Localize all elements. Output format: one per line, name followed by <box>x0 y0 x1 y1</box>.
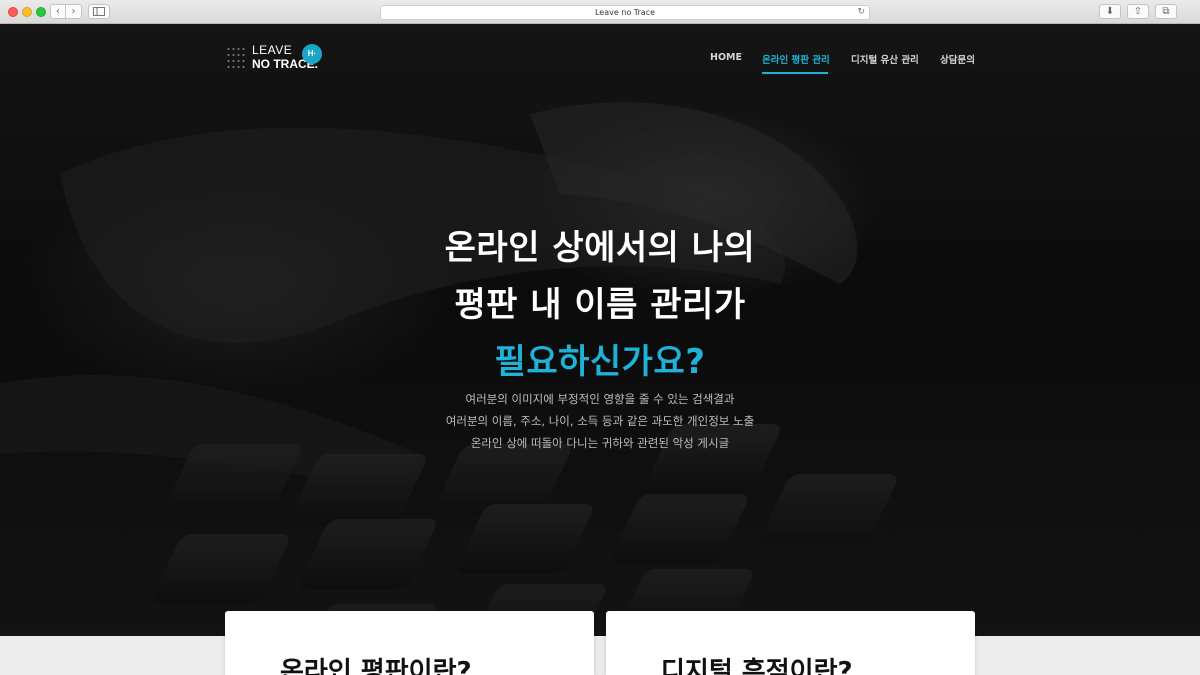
nav-item-contact[interactable]: 상담문의 <box>940 52 975 66</box>
share-icon: ⇧ <box>1133 6 1143 17</box>
window-close-button[interactable] <box>8 7 18 17</box>
nav-item-digital-legacy[interactable]: 디지털 유산 관리 <box>851 52 919 66</box>
main-nav: HOME 온라인 평판 관리 디지털 유산 관리 상담문의 <box>0 52 1200 76</box>
show-tabs-button[interactable]: ⧉ <box>1155 4 1177 19</box>
page-title: Leave no Trace <box>594 8 656 17</box>
chevron-left-icon: ‹ <box>56 6 60 17</box>
hero-description-line3: 온라인 상에 떠돌아 다니는 귀하와 관련된 악성 게시글 <box>470 436 730 450</box>
browser-toolbar: ‹ › Leave no Trace ↻ ⬇ ⇧ ⧉ <box>0 0 1200 24</box>
reload-icon[interactable]: ↻ <box>857 6 865 19</box>
window-minimize-button[interactable] <box>22 7 32 17</box>
card-digital-footprint[interactable]: 디지털 흔적이란? <box>606 611 975 675</box>
tabs-icon: ⧉ <box>1162 6 1170 17</box>
chevron-right-icon: › <box>71 6 76 17</box>
nav-item-home[interactable]: HOME <box>710 52 742 63</box>
hero-headline-line1: 온라인 상에서의 나의 <box>444 228 756 268</box>
back-button[interactable]: ‹ <box>50 4 66 19</box>
sidebar-toggle-button[interactable] <box>88 4 110 19</box>
address-bar[interactable]: Leave no Trace ↻ <box>380 5 870 20</box>
hero-headline-line2: 평판 내 이름 관리가 <box>454 285 746 325</box>
forward-button[interactable]: › <box>66 4 82 19</box>
window-maximize-button[interactable] <box>36 7 46 17</box>
card-title: 온라인 평판이란? <box>280 657 472 675</box>
hero-description-line2: 여러분의 이름, 주소, 나이, 소득 등과 같은 과도한 개인정보 노출 <box>445 414 755 428</box>
hero-headline-line3: 필요하신가요? <box>494 342 706 382</box>
hero-description-line1: 여러분의 이미지에 부정적인 영향을 줄 수 있는 검색결과 <box>465 392 735 406</box>
nav-item-online-reputation[interactable]: 온라인 평판 관리 <box>762 52 830 74</box>
sidebar-icon <box>93 7 105 16</box>
share-button[interactable]: ⇧ <box>1127 4 1149 19</box>
download-icon: ⬇ <box>1105 6 1115 17</box>
card-online-reputation[interactable]: 온라인 평판이란? <box>225 611 594 675</box>
nav-item-label: 온라인 평판 관리 <box>762 55 830 66</box>
hero-section: LEAVE NO TRACE. H· HOME 온라인 평판 관리 디지털 유산… <box>0 24 1200 636</box>
downloads-button[interactable]: ⬇ <box>1099 4 1121 19</box>
card-title: 디지털 흔적이란? <box>661 657 853 675</box>
active-nav-indicator <box>762 72 828 74</box>
